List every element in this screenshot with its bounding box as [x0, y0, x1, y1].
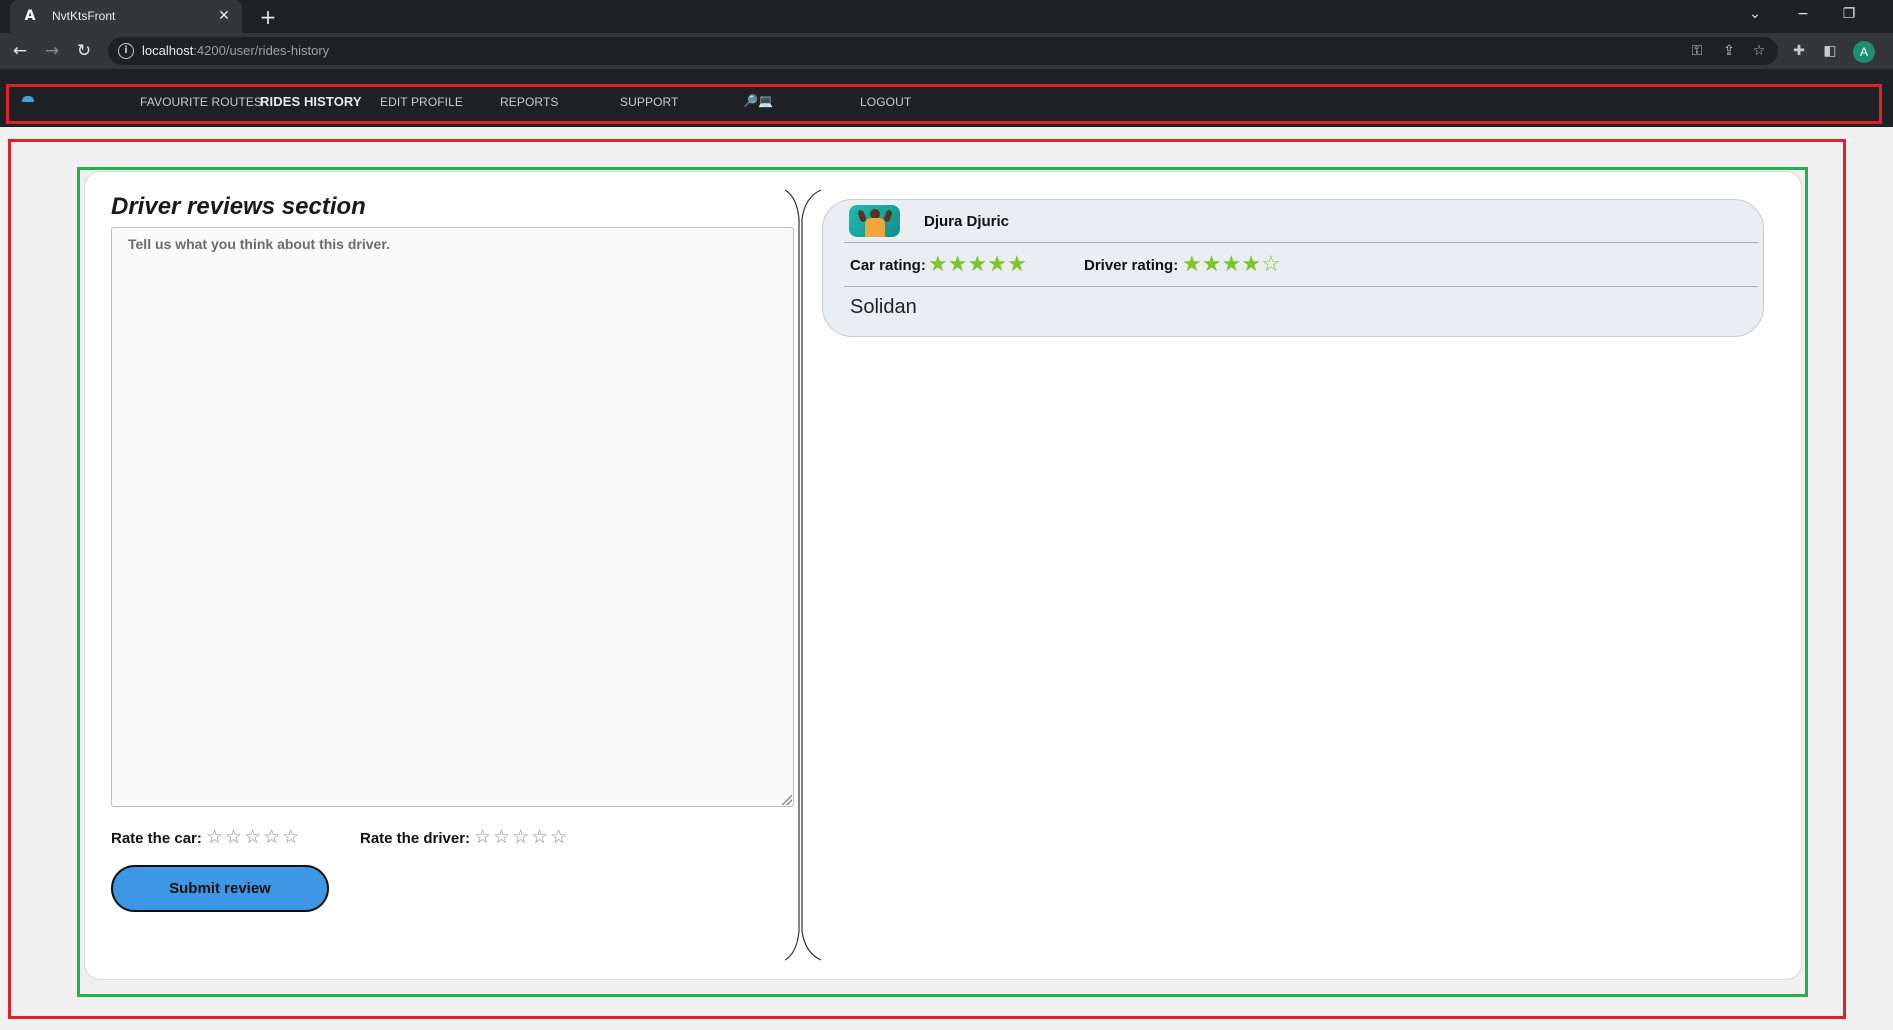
- url-text: localhost:4200/user/rides-history: [142, 43, 330, 58]
- chevron-down-icon[interactable]: ⌄: [1744, 6, 1766, 22]
- driver-rating-label: Driver rating:: [1084, 257, 1179, 274]
- star-icon[interactable]: ☆: [263, 826, 280, 848]
- review-divider: [844, 286, 1758, 287]
- star-bookmark-icon[interactable]: ☆: [1750, 42, 1768, 60]
- navbar-highlight-box: [6, 84, 1882, 124]
- address-bar[interactable]: i localhost:4200/user/rides-history ⚿ ⇪ …: [108, 37, 1778, 65]
- filled-star-icon: ★: [1201, 252, 1222, 277]
- filled-star-icon: ★: [928, 252, 948, 277]
- side-panel-icon[interactable]: ◧: [1821, 42, 1839, 60]
- profile-avatar[interactable]: A: [1853, 41, 1875, 63]
- share-icon[interactable]: ⇪: [1720, 42, 1738, 60]
- tab-title: NvtKtsFront: [52, 9, 116, 23]
- browser-tab[interactable]: A NvtKtsFront ✕: [10, 0, 242, 33]
- rate-car-stars: ☆ ☆ ☆ ☆ ☆: [206, 826, 299, 848]
- star-icon[interactable]: ☆: [206, 826, 223, 848]
- filled-star-icon: ★: [947, 252, 968, 277]
- star-icon[interactable]: ☆: [512, 826, 529, 848]
- forward-arrow-icon[interactable]: →: [40, 39, 64, 63]
- filled-star-icon: ★: [967, 252, 988, 277]
- star-icon[interactable]: ☆: [282, 826, 299, 848]
- car-rating-label: Car rating:: [850, 257, 926, 274]
- filled-star-icon: ★: [1241, 252, 1261, 277]
- minimize-icon[interactable]: −: [1792, 6, 1814, 22]
- star-icon[interactable]: ☆: [244, 826, 261, 848]
- angular-icon: A: [24, 8, 36, 24]
- section-title: Driver reviews section: [111, 193, 366, 220]
- rate-driver-label: Rate the driver:: [360, 830, 471, 847]
- car-rating-stars: ★ ★ ★ ★ ★: [928, 252, 1027, 278]
- star-icon[interactable]: ☆: [550, 826, 567, 848]
- review-textarea[interactable]: [111, 227, 794, 807]
- vertical-divider: [785, 189, 822, 961]
- filled-star-icon: ★: [1182, 252, 1202, 277]
- star-icon[interactable]: ☆: [531, 826, 548, 848]
- driver-name: Djura Djuric: [924, 213, 1010, 230]
- filled-star-icon: ★: [1006, 252, 1027, 277]
- new-tab-icon[interactable]: +: [257, 6, 279, 28]
- back-arrow-icon[interactable]: ←: [8, 39, 32, 63]
- browser-toolbar: ← → ↻ i localhost:4200/user/rides-histor…: [0, 33, 1893, 69]
- empty-star-icon: ☆: [1260, 252, 1281, 277]
- reload-icon[interactable]: ↻: [72, 39, 96, 63]
- key-icon[interactable]: ⚿: [1688, 42, 1706, 60]
- restore-icon[interactable]: ❐: [1838, 6, 1860, 22]
- extensions-icon[interactable]: ✚: [1790, 42, 1808, 60]
- filled-star-icon: ★: [987, 252, 1007, 277]
- filled-star-icon: ★: [1221, 252, 1242, 277]
- info-icon[interactable]: i: [118, 43, 134, 59]
- browser-tab-strip: A NvtKtsFront ✕ + ⌄ − ❐: [0, 0, 1893, 33]
- star-icon[interactable]: ☆: [493, 826, 510, 848]
- star-icon[interactable]: ☆: [474, 826, 491, 848]
- driver-avatar: [849, 205, 900, 237]
- driver-rating-stars: ★ ★ ★ ★ ☆: [1182, 252, 1281, 278]
- star-icon[interactable]: ☆: [225, 826, 242, 848]
- review-comment: Solidan: [850, 296, 917, 318]
- submit-review-button[interactable]: Submit review: [111, 865, 329, 912]
- rate-car-label: Rate the car:: [111, 830, 202, 847]
- rate-driver-stars: ☆ ☆ ☆ ☆ ☆: [474, 826, 567, 848]
- review-divider: [844, 242, 1758, 243]
- close-icon[interactable]: ✕: [216, 8, 232, 24]
